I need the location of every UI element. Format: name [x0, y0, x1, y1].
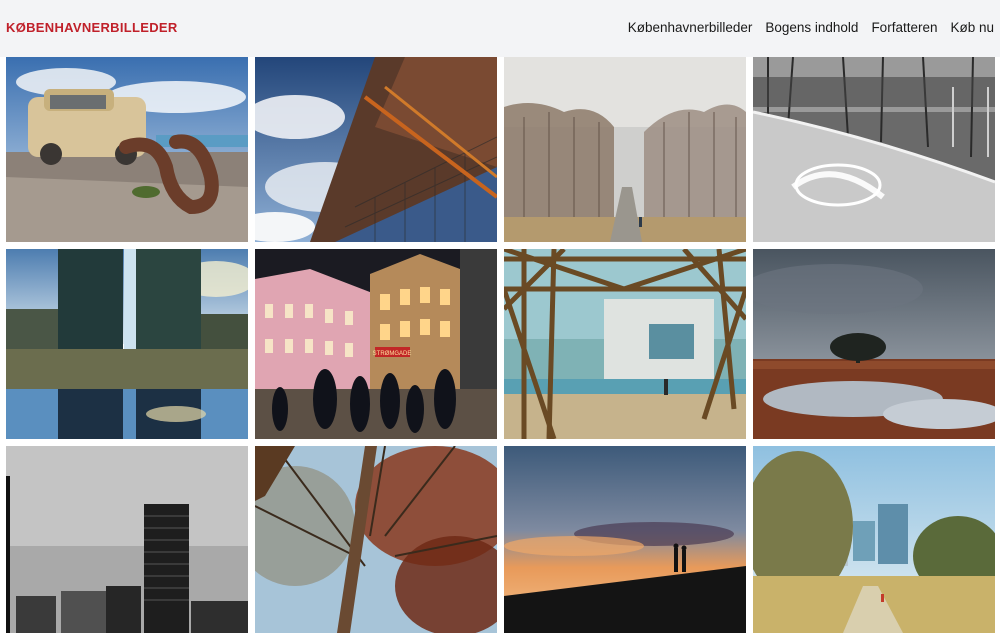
photo-tower-reflection[interactable]	[6, 249, 248, 439]
photo-lone-tree-wetland[interactable]	[753, 249, 995, 439]
photo-skate-ramp[interactable]	[753, 57, 995, 242]
shop-sign: STRØMGADE	[373, 351, 412, 357]
photo-night-street[interactable]: STRØMGADE	[255, 249, 497, 439]
photo-high-rise-bw[interactable]	[6, 446, 248, 633]
photo-steel-lattice[interactable]	[504, 249, 746, 439]
photo-autumn-trees[interactable]	[255, 446, 497, 633]
photo-foggy-forest-path[interactable]	[504, 57, 746, 242]
photo-rusty-car[interactable]	[6, 57, 248, 242]
photo-industrial-building[interactable]	[255, 57, 497, 242]
photo-grid: STRØMGADE	[0, 0, 1000, 633]
photo-meadow-towers[interactable]	[753, 446, 995, 633]
photo-sunset-silhouettes[interactable]	[504, 446, 746, 633]
